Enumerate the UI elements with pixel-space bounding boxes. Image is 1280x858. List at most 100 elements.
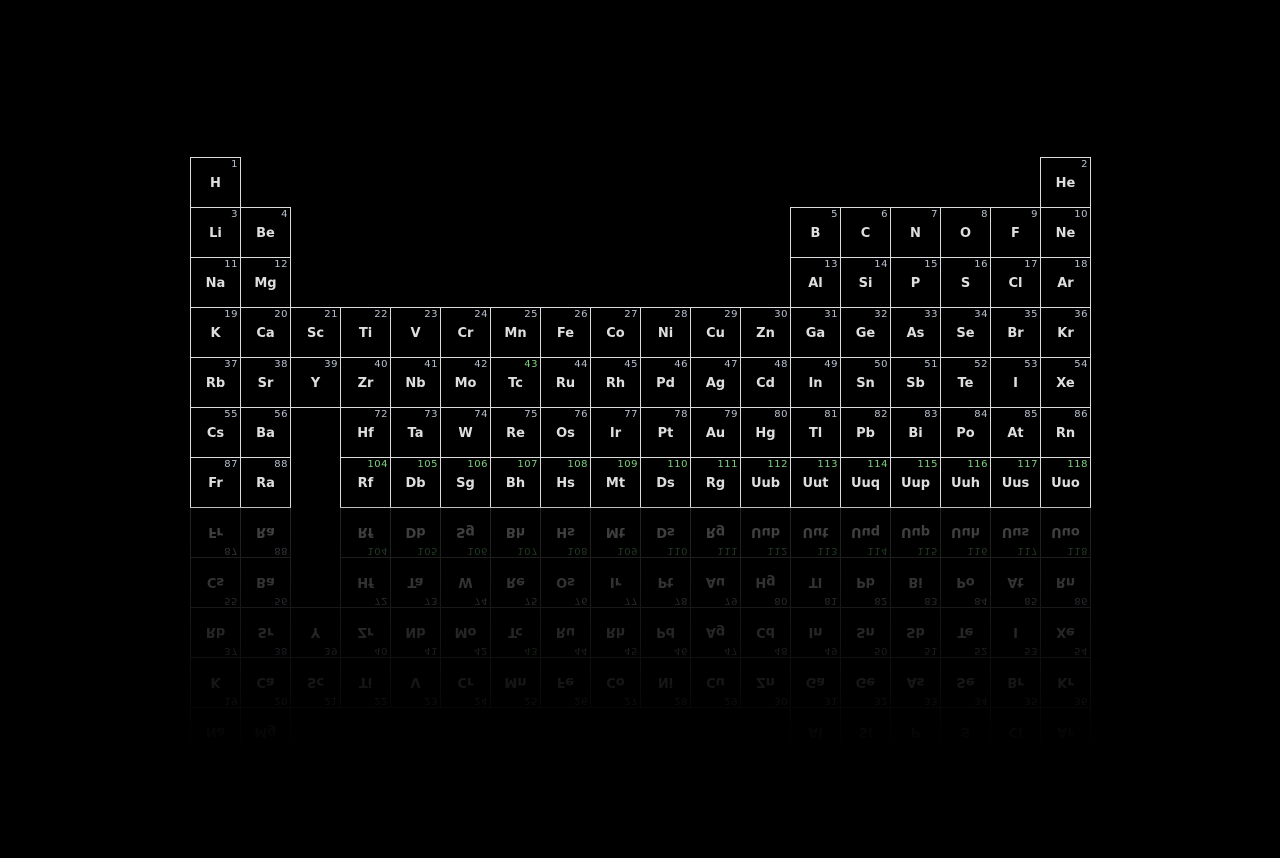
element-symbol: Fe: [556, 326, 575, 341]
element-cell-as[interactable]: 33 As: [890, 307, 941, 358]
element-cell-cu[interactable]: 29 Cu: [690, 307, 741, 358]
element-cell-ag[interactable]: 47 Ag: [690, 357, 741, 408]
element-cell-al[interactable]: 13 Al: [790, 257, 841, 308]
element-cell-kr[interactable]: 36 Kr: [1040, 307, 1091, 358]
element-cell-ra[interactable]: 88 Ra: [240, 457, 291, 508]
element-cell-uup[interactable]: 115 Uup: [890, 457, 941, 508]
element-cell-bh[interactable]: 107 Bh: [490, 457, 541, 508]
element-cell-sr[interactable]: 38 Sr: [240, 357, 291, 408]
element-cell-y[interactable]: 39 Y: [290, 357, 341, 408]
element-cell-w[interactable]: 74 W: [440, 407, 491, 458]
element-cell-rg[interactable]: 111 Rg: [690, 457, 741, 508]
element-cell-n[interactable]: 7N: [890, 207, 941, 258]
element-cell-zn[interactable]: 30 Zn: [740, 307, 791, 358]
element-cell-mg[interactable]: 12 Mg: [240, 257, 291, 308]
element-cell-li[interactable]: 3 Li: [190, 207, 241, 258]
element-symbol: Pd: [656, 376, 675, 391]
element-cell-v[interactable]: 23 V: [390, 307, 441, 358]
element-cell-ga[interactable]: 31 Ga: [790, 307, 841, 358]
element-cell-ta[interactable]: 73 Ta: [390, 407, 441, 458]
element-cell-uuh[interactable]: 116 Uuh: [940, 457, 991, 508]
element-cell-b[interactable]: 5B: [790, 207, 841, 258]
element-cell-re[interactable]: 75 Re: [490, 407, 541, 458]
element-cell-cd[interactable]: 48 Cd: [740, 357, 791, 408]
element-cell-fe[interactable]: 26 Fe: [540, 307, 591, 358]
element-cell-te[interactable]: 52 Te: [940, 357, 991, 408]
element-cell-au[interactable]: 79 Au: [690, 407, 741, 458]
element-cell-os[interactable]: 76 Os: [540, 407, 591, 458]
element-cell-na[interactable]: 11 Na: [190, 257, 241, 308]
element-cell-fr[interactable]: 87 Fr: [190, 457, 241, 508]
element-symbol: Sg: [456, 524, 475, 539]
element-cell-se[interactable]: 34 Se: [940, 307, 991, 358]
element-cell-ru[interactable]: 44 Ru: [540, 357, 591, 408]
element-cell-rb[interactable]: 37 Rb: [190, 357, 241, 408]
reflection-cell: 73 Ta: [390, 557, 441, 608]
element-cell-ca[interactable]: 20 Ca: [240, 307, 291, 358]
element-cell-hg[interactable]: 80 Hg: [740, 407, 791, 458]
element-cell-ds[interactable]: 110 Ds: [640, 457, 691, 508]
element-cell-cl[interactable]: 17 Cl: [990, 257, 1041, 308]
element-cell-o[interactable]: 8O: [940, 207, 991, 258]
element-cell-he[interactable]: 2 He: [1040, 157, 1091, 208]
element-cell-p[interactable]: 15 P: [890, 257, 941, 308]
atomic-number: 105: [417, 459, 438, 470]
element-cell-f[interactable]: 9F: [990, 207, 1041, 258]
element-cell-be[interactable]: 4 Be: [240, 207, 291, 258]
element-cell-xe[interactable]: 54 Xe: [1040, 357, 1091, 408]
element-cell-c[interactable]: 6C: [840, 207, 891, 258]
element-cell-sn[interactable]: 50 Sn: [840, 357, 891, 408]
element-cell-uut[interactable]: 113 Uut: [790, 457, 841, 508]
element-symbol: O: [959, 226, 972, 241]
element-cell-pt[interactable]: 78 Pt: [640, 407, 691, 458]
element-cell-db[interactable]: 105 Db: [390, 457, 441, 508]
element-cell-k[interactable]: 19 K: [190, 307, 241, 358]
element-cell-mn[interactable]: 25 Mn: [490, 307, 541, 358]
element-cell-cs[interactable]: 55 Cs: [190, 407, 241, 458]
element-cell-sg[interactable]: 106 Sg: [440, 457, 491, 508]
atomic-number: 17: [1024, 259, 1038, 270]
element-cell-h[interactable]: 1H: [190, 157, 241, 208]
element-cell-po[interactable]: 84 Po: [940, 407, 991, 458]
element-cell-ar[interactable]: 18 Ar: [1040, 257, 1091, 308]
element-cell-i[interactable]: 53 I: [990, 357, 1041, 408]
element-cell-bi[interactable]: 83 Bi: [890, 407, 941, 458]
element-cell-hs[interactable]: 108 Hs: [540, 457, 591, 508]
element-cell-mt[interactable]: 109 Mt: [590, 457, 641, 508]
atomic-number: 37: [224, 645, 238, 656]
element-cell-rf[interactable]: 104 Rf: [340, 457, 391, 508]
element-cell-nb[interactable]: 41 Nb: [390, 357, 441, 408]
element-cell-si[interactable]: 14 Si: [840, 257, 891, 308]
element-symbol: Ca: [256, 674, 275, 689]
element-cell-pb[interactable]: 82 Pb: [840, 407, 891, 458]
atomic-number: 37: [224, 359, 238, 370]
element-cell-co[interactable]: 27 Co: [590, 307, 641, 358]
atomic-number: 79: [724, 409, 738, 420]
element-cell-rh[interactable]: 45 Rh: [590, 357, 641, 408]
reflection-cell: 74 W: [440, 557, 491, 608]
element-cell-uub[interactable]: 112 Uub: [740, 457, 791, 508]
element-cell-mo[interactable]: 42 Mo: [440, 357, 491, 408]
element-cell-tc[interactable]: 43 Tc: [490, 357, 541, 408]
element-cell-zr[interactable]: 40 Zr: [340, 357, 391, 408]
element-cell-sc[interactable]: 21 Sc: [290, 307, 341, 358]
element-cell-uus[interactable]: 117 Uus: [990, 457, 1041, 508]
element-cell-ni[interactable]: 28 Ni: [640, 307, 691, 358]
element-cell-tl[interactable]: 81 Tl: [790, 407, 841, 458]
element-cell-ir[interactable]: 77 Ir: [590, 407, 641, 458]
element-cell-s[interactable]: 16 S: [940, 257, 991, 308]
element-cell-pd[interactable]: 46 Pd: [640, 357, 691, 408]
element-cell-uuo[interactable]: 118 Uuo: [1040, 457, 1091, 508]
element-cell-uuq[interactable]: 114 Uuq: [840, 457, 891, 508]
element-cell-cr[interactable]: 24 Cr: [440, 307, 491, 358]
element-cell-br[interactable]: 35 Br: [990, 307, 1041, 358]
element-cell-ne[interactable]: 10 Ne: [1040, 207, 1091, 258]
element-cell-ti[interactable]: 22 Ti: [340, 307, 391, 358]
element-cell-rn[interactable]: 86 Rn: [1040, 407, 1091, 458]
element-cell-in[interactable]: 49 In: [790, 357, 841, 408]
element-cell-ba[interactable]: 56 Ba: [240, 407, 291, 458]
element-cell-hf[interactable]: 72 Hf: [340, 407, 391, 458]
element-cell-sb[interactable]: 51 Sb: [890, 357, 941, 408]
element-cell-at[interactable]: 85 At: [990, 407, 1041, 458]
element-cell-ge[interactable]: 32 Ge: [840, 307, 891, 358]
